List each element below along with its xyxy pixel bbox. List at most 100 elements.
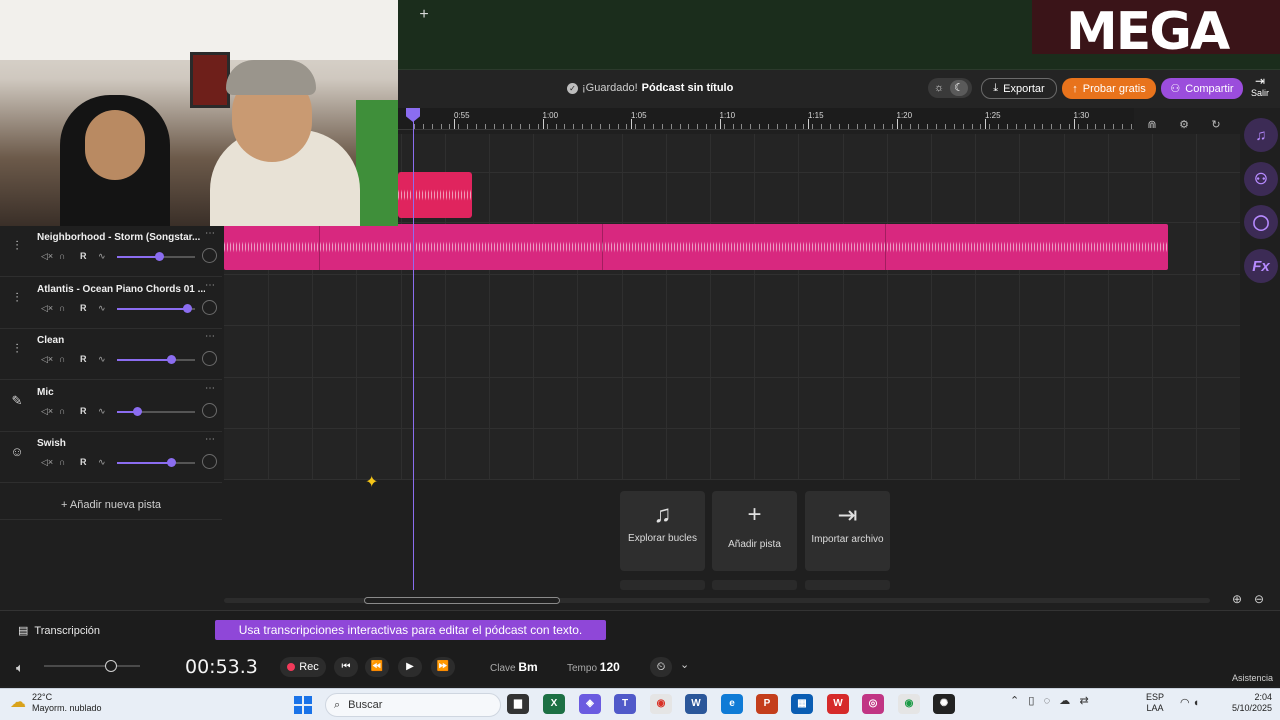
- zoom-out-icon[interactable]: ⊖: [1254, 592, 1264, 606]
- fast-forward-button[interactable]: ⏩: [431, 657, 455, 677]
- more-options-icon[interactable]: ⋯: [205, 434, 215, 445]
- pan-knob[interactable]: [202, 402, 217, 418]
- settings-icon[interactable]: ⚙: [1176, 118, 1192, 131]
- track-header[interactable]: ✎ Mic ⋯ ◁× ∩ R ∿: [0, 381, 222, 432]
- track-volume-slider[interactable]: [117, 252, 195, 261]
- more-options-icon[interactable]: ⋯: [205, 280, 215, 291]
- track-name[interactable]: Neighborhood - Storm (Songstar...: [37, 232, 205, 243]
- track-header[interactable]: ☺ Swish ⋯ ◁× ∩ R ∿: [0, 432, 222, 484]
- pan-knob[interactable]: [202, 299, 217, 315]
- pan-knob[interactable]: [202, 248, 217, 263]
- track-name[interactable]: Clean: [37, 335, 205, 346]
- skip-to-start-button[interactable]: ⏮: [334, 657, 358, 677]
- instagram-icon[interactable]: ◎: [862, 694, 884, 714]
- exit-button[interactable]: ⇥ Salir: [1248, 74, 1272, 98]
- new-tab-button[interactable]: +: [416, 6, 432, 24]
- audio-clip[interactable]: [224, 224, 1168, 270]
- volume-knob[interactable]: [155, 252, 164, 261]
- more-options-icon[interactable]: ⋯: [205, 228, 215, 239]
- import-file-button[interactable]: ⇥ Importar archivo: [805, 491, 890, 571]
- word-icon[interactable]: W: [685, 694, 707, 714]
- add-new-track-button[interactable]: + Añadir nueva pista: [0, 490, 222, 520]
- record-arm-button[interactable]: R: [80, 303, 87, 313]
- file-explorer-icon[interactable]: ▆: [507, 694, 529, 714]
- collaborators-icon[interactable]: ⚇: [1244, 162, 1278, 196]
- weather-widget[interactable]: ☁ 22°C Mayorm. nublado: [10, 692, 102, 714]
- record-arm-button[interactable]: R: [80, 251, 87, 261]
- share-button[interactable]: ⚇ Compartir: [1161, 78, 1243, 99]
- music-loops-icon[interactable]: ♫: [1244, 118, 1278, 152]
- mute-icon[interactable]: ◁×: [41, 303, 53, 314]
- track-header[interactable]: ⫶ Atlantis - Ocean Piano Chords 01 ... ⋯ ◁×…: [0, 278, 222, 329]
- chevron-down-icon[interactable]: ⌄: [680, 658, 689, 671]
- track-volume-slider[interactable]: [117, 458, 195, 468]
- track-volume-slider[interactable]: [117, 303, 195, 313]
- chrome-icon[interactable]: ◉: [650, 694, 672, 714]
- playhead[interactable]: [413, 112, 414, 590]
- wps-icon[interactable]: W: [827, 694, 849, 714]
- comments-icon[interactable]: ◯: [1244, 205, 1278, 239]
- master-volume-slider[interactable]: [44, 665, 140, 667]
- theme-toggle[interactable]: ☼ ☾: [928, 78, 972, 98]
- zoom-in-icon[interactable]: ⊕: [1232, 592, 1242, 606]
- more-options-icon[interactable]: ⋯: [205, 383, 215, 394]
- volume-knob[interactable]: [183, 303, 192, 313]
- powerpoint-icon[interactable]: P: [756, 694, 778, 714]
- help-label[interactable]: Asistencia: [1232, 673, 1273, 683]
- loop-icon[interactable]: ↻: [1208, 118, 1224, 131]
- track-name[interactable]: Swish: [37, 438, 205, 449]
- track-header[interactable]: ⫶ Clean ⋯ ◁× ∩ R ∿: [0, 329, 222, 381]
- clock[interactable]: 2:04 5/10/2025: [1222, 692, 1272, 714]
- chrome-profile-icon[interactable]: ◉: [898, 694, 920, 714]
- track-name[interactable]: Mic: [37, 387, 205, 398]
- mute-icon[interactable]: ◁×: [41, 406, 53, 417]
- add-track-button[interactable]: + Añadir pista: [712, 491, 797, 571]
- automation-icon[interactable]: ∿: [98, 457, 106, 468]
- mute-icon[interactable]: ◁×: [41, 457, 53, 468]
- volume-knob[interactable]: [167, 355, 176, 365]
- excel-icon[interactable]: X: [543, 694, 565, 714]
- taskbar-search[interactable]: ⌕ Buscar: [325, 693, 501, 717]
- snap-icon[interactable]: ⋒: [1144, 118, 1160, 131]
- automation-icon[interactable]: ∿: [98, 354, 106, 365]
- volume-icon[interactable]: 🔈︎: [16, 660, 24, 676]
- headphones-icon[interactable]: ∩: [59, 251, 65, 261]
- track-name[interactable]: Atlantis - Ocean Piano Chords 01 ...: [37, 284, 205, 295]
- timeline-ruler[interactable]: 0:55 1:00 1:05 1:10 1:15 1:20 1:25 1:30: [398, 108, 1134, 130]
- explore-loops-button[interactable]: ♫ Explorar bucles: [620, 491, 705, 571]
- volume-knob[interactable]: [167, 458, 176, 468]
- automation-icon[interactable]: ∿: [98, 303, 106, 314]
- headphones-icon[interactable]: ∩: [59, 457, 65, 467]
- more-options-icon[interactable]: ⋯: [205, 331, 215, 342]
- fx-icon[interactable]: Fx: [1244, 249, 1278, 283]
- start-button[interactable]: [294, 696, 312, 714]
- record-button[interactable]: Rec: [280, 657, 326, 677]
- rewind-button[interactable]: ⏪: [365, 657, 389, 677]
- headphones-icon[interactable]: ∩: [59, 303, 65, 313]
- edge-icon[interactable]: e: [721, 694, 743, 714]
- metronome-button[interactable]: ⏲: [650, 657, 672, 677]
- key-display[interactable]: Clave Bm: [490, 660, 538, 674]
- master-volume-knob[interactable]: [105, 660, 117, 672]
- play-button[interactable]: ▶: [398, 657, 422, 677]
- record-arm-button[interactable]: R: [80, 354, 87, 364]
- track-volume-slider[interactable]: [117, 355, 195, 365]
- scrollbar-thumb[interactable]: [364, 597, 560, 604]
- headphones-icon[interactable]: ∩: [59, 354, 65, 364]
- language-indicator[interactable]: ESP LAA: [1146, 692, 1164, 714]
- export-button[interactable]: ⤓ Exportar: [981, 78, 1057, 99]
- system-tray[interactable]: ⌃ ▯ ◌ ☁ ⇄: [1010, 694, 1089, 707]
- app-icon[interactable]: ✺: [933, 694, 955, 714]
- automation-icon[interactable]: ∿: [98, 406, 106, 417]
- audio-clip[interactable]: [398, 172, 472, 218]
- automation-icon[interactable]: ∿: [98, 251, 106, 262]
- try-free-button[interactable]: ↑ Probar gratis: [1062, 78, 1156, 99]
- volume-knob[interactable]: [133, 406, 142, 416]
- pan-knob[interactable]: [202, 454, 217, 470]
- copilot-icon[interactable]: ◈: [579, 694, 601, 714]
- store-icon[interactable]: ▦: [791, 694, 813, 714]
- transcription-button[interactable]: ▤ Transcripción: [18, 624, 100, 638]
- mute-icon[interactable]: ◁×: [41, 354, 53, 365]
- record-arm-button[interactable]: R: [80, 406, 87, 416]
- headphones-icon[interactable]: ∩: [59, 406, 65, 416]
